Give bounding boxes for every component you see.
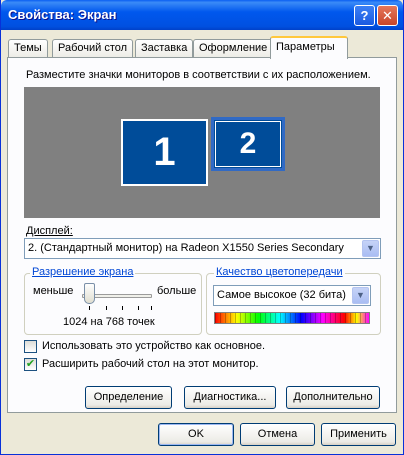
- resolution-title-text: Разрешение экрана: [32, 266, 134, 278]
- primary-device-label[interactable]: Использовать это устройство как основное…: [42, 340, 265, 352]
- slider-tick: [138, 306, 139, 310]
- color-quality-select[interactable]: Самое высокое (32 бита) ▼: [213, 285, 371, 306]
- intro-text: Разместите значки мониторов в соответств…: [26, 69, 371, 81]
- title-bar[interactable]: Свойства: Экран ? ✕: [1, 0, 403, 30]
- slider-tick: [89, 306, 90, 310]
- resolution-title: Разрешение экрана: [30, 266, 136, 278]
- tab-desktop[interactable]: Рабочий стол: [52, 39, 134, 58]
- monitor-1-icon[interactable]: 1: [121, 119, 208, 186]
- extend-desktop-label[interactable]: Расширить рабочий стол на этот монитор.: [42, 358, 259, 370]
- help-button[interactable]: ?: [354, 5, 375, 26]
- chevron-down-icon[interactable]: ▼: [362, 240, 379, 257]
- display-label: Дисплей:: [26, 225, 73, 237]
- tab-appearance[interactable]: Оформление: [193, 39, 274, 58]
- color-quality-title-text: Качество цветопередачи: [216, 266, 343, 278]
- resolution-less-label: меньше: [33, 285, 74, 297]
- resolution-more-label: больше: [157, 285, 197, 297]
- identify-button[interactable]: Определение: [85, 386, 172, 409]
- extend-desktop-checkbox[interactable]: ✔: [24, 358, 37, 371]
- color-quality-value: Самое высокое (32 бита): [217, 289, 346, 301]
- color-quality-title: Качество цветопередачи: [214, 266, 345, 278]
- color-spectrum-bar: [214, 312, 370, 324]
- display-label-text: Дисплей:: [26, 225, 73, 237]
- monitor-2-icon[interactable]: 2: [211, 117, 285, 171]
- ok-button[interactable]: OK: [158, 423, 234, 446]
- close-button[interactable]: ✕: [377, 5, 398, 26]
- resolution-value: 1024 на 768 точек: [63, 316, 155, 328]
- chevron-down-icon[interactable]: ▼: [352, 287, 369, 304]
- advanced-button[interactable]: Дополнительно: [286, 386, 380, 409]
- display-select[interactable]: 2. (Стандартный монитор) на Radeon X1550…: [24, 238, 381, 259]
- resolution-slider-thumb[interactable]: [84, 283, 95, 304]
- troubleshoot-button[interactable]: Диагностика...: [184, 386, 276, 409]
- cancel-button[interactable]: Отмена: [240, 423, 315, 446]
- slider-tick: [106, 306, 107, 310]
- display-select-value: 2. (Стандартный монитор) на Radeon X1550…: [28, 242, 344, 254]
- window-title: Свойства: Экран: [8, 7, 117, 22]
- slider-tick: [122, 306, 123, 310]
- apply-button[interactable]: Применить: [321, 423, 396, 446]
- tab-screensaver[interactable]: Заставка: [135, 39, 194, 58]
- tab-strip: Темы Рабочий стол Заставка Оформление Па…: [8, 36, 398, 59]
- primary-device-checkbox[interactable]: [24, 340, 37, 353]
- tab-themes[interactable]: Темы: [8, 39, 48, 58]
- slider-tick: [151, 306, 152, 310]
- tab-settings[interactable]: Параметры: [270, 36, 348, 59]
